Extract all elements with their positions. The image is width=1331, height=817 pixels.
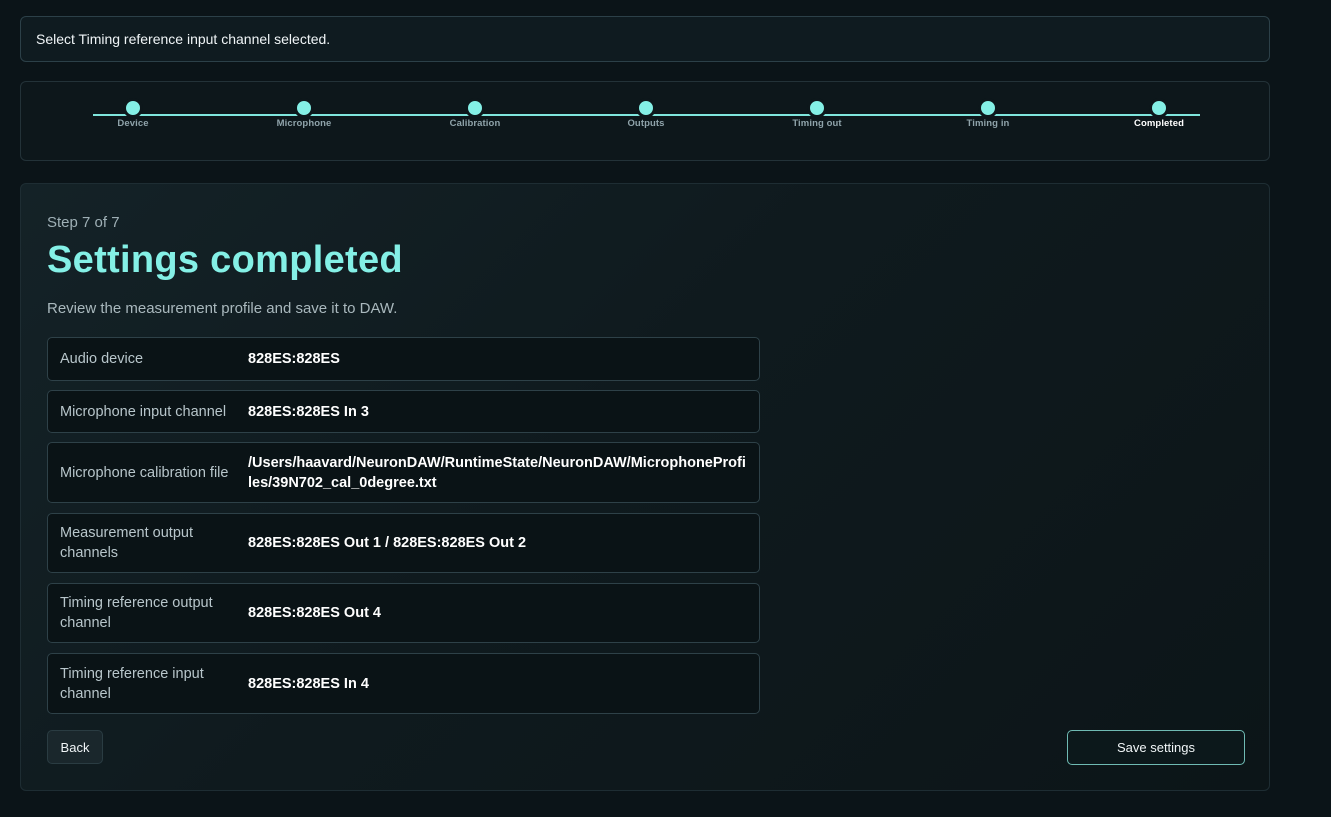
row-value: /Users/haavard/NeuronDAW/RuntimeState/Ne… <box>248 454 746 491</box>
row-value: 828ES:828ES Out 4 <box>248 605 381 621</box>
step-completed[interactable]: Completed <box>1109 98 1209 129</box>
summary-row-audio-device: Audio device 828ES:828ES <box>47 337 760 381</box>
back-button[interactable]: Back <box>47 730 103 764</box>
step-calibration[interactable]: Calibration <box>425 98 525 129</box>
summary-row-timing-output: Timing reference output channel 828ES:82… <box>47 583 760 643</box>
step-label: Timing out <box>792 118 842 129</box>
page-title: Settings completed <box>47 239 403 281</box>
step-dot <box>465 98 485 118</box>
step-dot <box>1149 98 1169 118</box>
row-label: Timing reference input channel <box>60 665 204 702</box>
row-value: 828ES:828ES In 3 <box>248 403 369 420</box>
step-label: Outputs <box>627 118 665 129</box>
row-value: 828ES:828ES Out 1 / 828ES:828ES Out 2 <box>248 535 527 551</box>
main-panel: Step 7 of 7 Settings completed Review th… <box>20 183 1270 791</box>
step-label: Device <box>117 118 149 129</box>
step-label: Calibration <box>449 118 501 129</box>
step-label: Microphone <box>276 118 332 129</box>
step-outputs[interactable]: Outputs <box>596 98 696 129</box>
step-count: Step 7 of 7 <box>47 214 120 231</box>
step-label: Completed <box>1134 118 1184 129</box>
row-label: Audio device <box>60 351 144 367</box>
step-dot <box>978 98 998 118</box>
status-bar: Select Timing reference input channel se… <box>20 16 1270 62</box>
progress-stepper: Device Microphone Calibration Outputs Ti… <box>20 81 1270 161</box>
row-label: Microphone input channel <box>60 403 227 420</box>
summary-row-mic-calibration: Microphone calibration file /Users/haava… <box>47 442 760 503</box>
save-settings-button[interactable]: Save settings <box>1067 730 1245 765</box>
row-label: Measurement output channels <box>60 525 193 561</box>
step-timing-in[interactable]: Timing in <box>938 98 1038 129</box>
row-value: 828ES:828ES In 4 <box>248 675 369 692</box>
step-microphone[interactable]: Microphone <box>254 98 354 129</box>
row-label: Timing reference output channel <box>60 595 213 631</box>
summary-row-timing-input: Timing reference input channel 828ES:828… <box>47 653 760 714</box>
step-device[interactable]: Device <box>83 98 183 129</box>
status-message: Select Timing reference input channel se… <box>36 31 331 47</box>
page-description: Review the measurement profile and save … <box>47 300 398 317</box>
step-dot <box>636 98 656 118</box>
step-dot <box>807 98 827 118</box>
step-timing-out[interactable]: Timing out <box>767 98 867 129</box>
step-label: Timing in <box>966 118 1010 129</box>
summary-row-mic-input: Microphone input channel 828ES:828ES In … <box>47 390 760 433</box>
step-dot <box>294 98 314 118</box>
summary-row-measurement-outputs: Measurement output channels 828ES:828ES … <box>47 513 760 573</box>
step-dot <box>123 98 143 118</box>
row-label: Microphone calibration file <box>60 464 229 481</box>
row-value: 828ES:828ES <box>248 351 340 367</box>
